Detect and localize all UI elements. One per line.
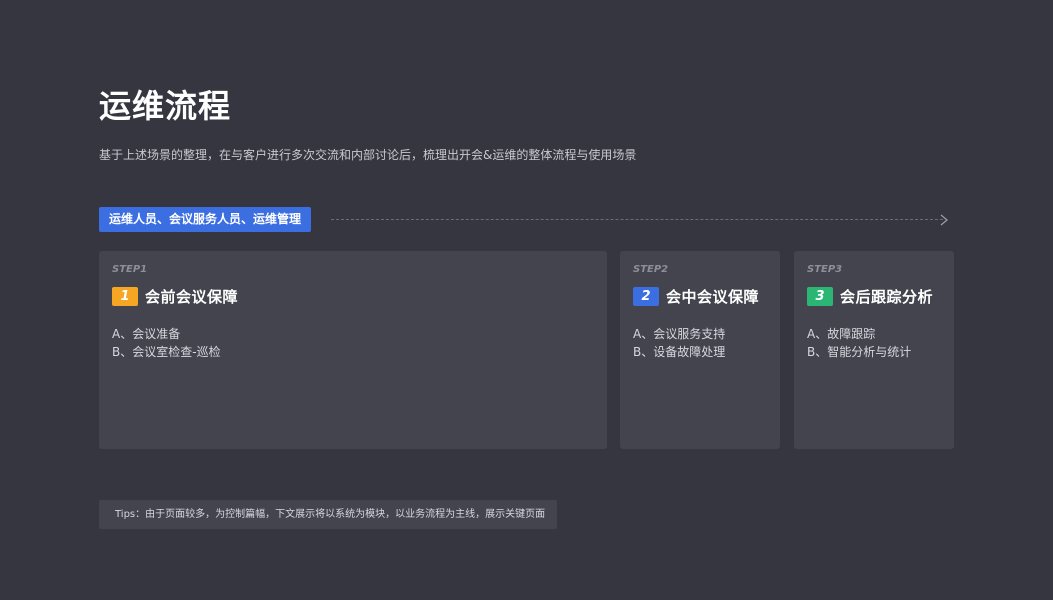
step-items: A、故障跟踪 B、智能分析与统计: [807, 325, 911, 361]
page-subtitle: 基于上述场景的整理，在与客户进行多次交流和内部讨论后，梳理出开会&运维的整体流程…: [99, 148, 637, 162]
chevron-right-icon: [940, 214, 949, 226]
page-title: 运维流程: [99, 87, 232, 125]
step-card-3: STEP3 3 会后跟踪分析 A、故障跟踪 B、智能分析与统计: [794, 251, 954, 449]
step-header: 3 会后跟踪分析: [807, 286, 933, 306]
tips-note: Tips：由于页面较多，为控制篇幅，下文展示将以系统为模块，以业务流程为主线，展…: [99, 500, 557, 529]
list-item: A、会议准备: [112, 327, 181, 341]
step-number-badge: 2: [633, 286, 659, 306]
flow-line: [331, 219, 943, 220]
step-label: STEP3: [807, 264, 843, 275]
list-item: B、智能分析与统计: [807, 345, 912, 359]
step-header: 1 会前会议保障: [112, 286, 238, 306]
step-number-badge: 3: [807, 286, 833, 306]
step-title: 会后跟踪分析: [840, 287, 934, 306]
list-item: A、会议服务支持: [633, 327, 726, 341]
step-label: STEP1: [112, 264, 148, 275]
step-header: 2 会中会议保障: [633, 286, 759, 306]
step-card-2: STEP2 2 会中会议保障 A、会议服务支持 B、设备故障处理: [620, 251, 780, 449]
list-item: B、会议室检查-巡检: [112, 345, 221, 359]
roles-badge: 运维人员、会议服务人员、运维管理: [99, 207, 312, 232]
step-items: A、会议服务支持 B、设备故障处理: [633, 325, 725, 361]
step-label: STEP2: [633, 264, 669, 275]
step-card-1: STEP1 1 会前会议保障 A、会议准备 B、会议室检查-巡检: [99, 251, 607, 449]
list-item: A、故障跟踪: [807, 327, 876, 341]
step-items: A、会议准备 B、会议室检查-巡检: [112, 325, 221, 361]
step-title: 会中会议保障: [666, 287, 760, 306]
list-item: B、设备故障处理: [633, 345, 726, 359]
step-title: 会前会议保障: [145, 287, 239, 306]
step-number-badge: 1: [112, 286, 138, 306]
